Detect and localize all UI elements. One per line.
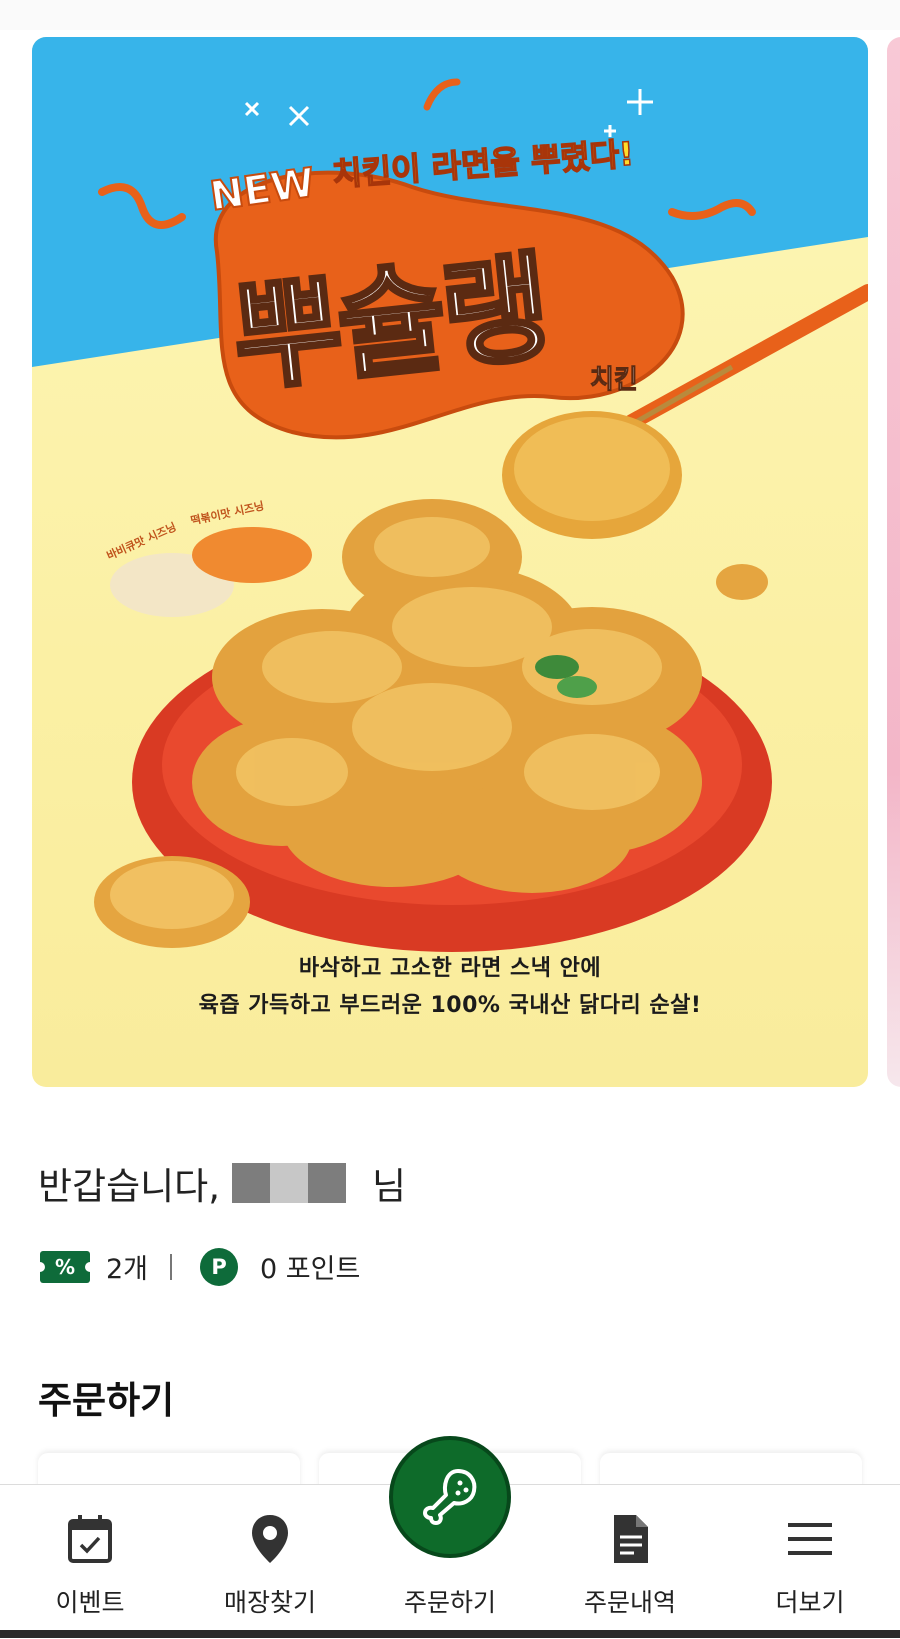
document-icon: [614, 1515, 648, 1563]
coupon-count[interactable]: 2개: [106, 1247, 148, 1286]
divider: [170, 1253, 173, 1280]
status-bar: [0, 0, 900, 30]
calendar-check-icon: [68, 1515, 112, 1563]
point-icon[interactable]: P: [200, 1247, 239, 1286]
coupon-icon[interactable]: %: [35, 1250, 95, 1283]
nav-item-events[interactable]: 이벤트: [0, 1485, 180, 1639]
nav-item-more[interactable]: 더보기: [720, 1485, 900, 1639]
map-pin-icon: [252, 1515, 288, 1563]
banner-description-line1: 바삭하고 고소한 라면 스낵 안에: [298, 956, 602, 981]
promo-banner[interactable]: NEW 치킨이 라면을 뿌렸다! 뿌슐랭 치킨 바비큐맛 시즈닝 떡볶이맛 시즈…: [32, 37, 868, 1087]
greeting: 반갑습니다, 님: [38, 1156, 406, 1210]
system-nav-bar: [0, 1630, 900, 1638]
banner-description-line2: 육즙 가득하고 부드러운 100% 국내산 닭다리 순살!: [198, 993, 702, 1018]
nav-label-store-finder: 매장찾기: [223, 1588, 316, 1617]
nav-label-events: 이벤트: [55, 1588, 125, 1617]
nav-item-order-history[interactable]: 주문내역: [540, 1485, 720, 1639]
order-fab-button[interactable]: [389, 1436, 511, 1558]
promo-banner-art: [32, 37, 868, 952]
menu-icon: [788, 1523, 832, 1555]
banner-product-name: 뿌슐랭: [225, 236, 555, 410]
nav-label-more: 더보기: [775, 1588, 845, 1617]
masked-username: [231, 1163, 346, 1203]
benefits-row: % 2개 P 0 포인트: [35, 1247, 360, 1286]
nav-label-order-history: 주문내역: [583, 1588, 676, 1617]
nav-label-order: 주문하기: [403, 1588, 496, 1617]
order-section-title: 주문하기: [38, 1379, 175, 1422]
banner-product-suffix: 치킨: [590, 365, 639, 396]
next-banner-peek[interactable]: [887, 37, 900, 1087]
chicken-leg-icon: [423, 1469, 477, 1525]
greeting-honorific: 님: [371, 1165, 407, 1208]
points-value[interactable]: 0 포인트: [260, 1247, 360, 1286]
greeting-text: 반갑습니다,: [38, 1165, 220, 1208]
nav-item-store-finder[interactable]: 매장찾기: [180, 1485, 360, 1639]
